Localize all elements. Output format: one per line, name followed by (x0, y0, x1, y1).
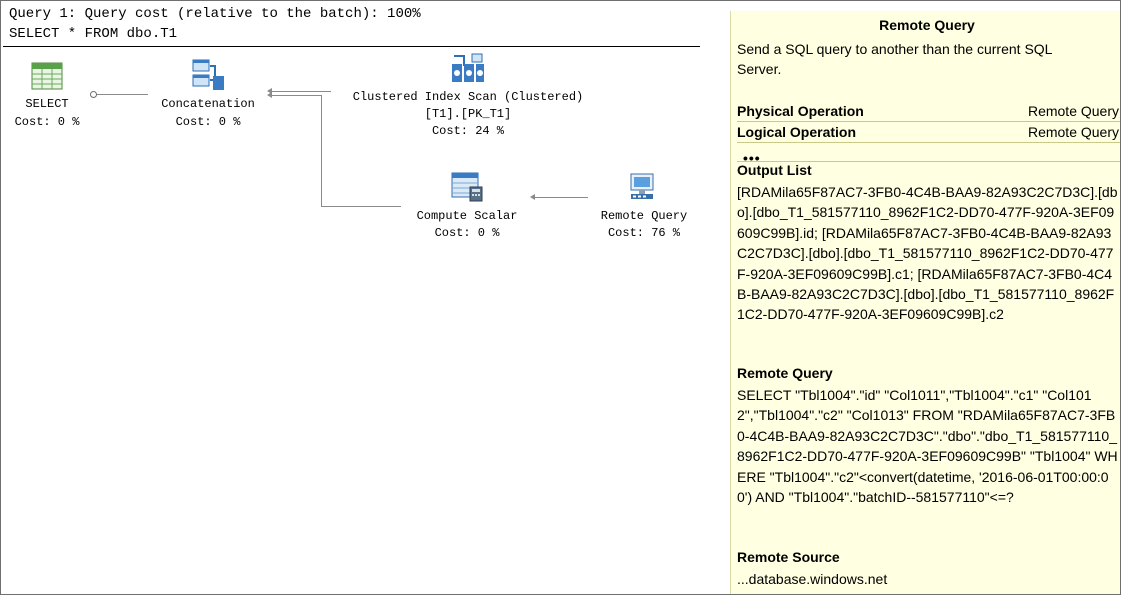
query-cost-line: Query 1: Query cost (relative to the bat… (9, 6, 421, 22)
connector-concat-compute (321, 206, 401, 207)
select-table-icon (31, 62, 63, 90)
tooltip-row-physical-operation: Physical Operation Remote Query (737, 101, 1119, 121)
execution-plan-pane: Query 1: Query cost (relative to the bat… (0, 0, 1121, 595)
connector-compute-remote (534, 197, 588, 198)
connector-concat-scan-2 (271, 95, 321, 96)
compute-scalar-icon (451, 172, 483, 202)
tooltip-row-logical-operation: Logical Operation Remote Query (737, 122, 1119, 142)
node-cost: Cost: 76 % (607, 226, 680, 240)
remote-source-value: ...database.windows.net (737, 571, 888, 587)
query-text-line: SELECT * FROM dbo.T1 (9, 26, 178, 42)
logical-operation-label: Logical Operation (737, 124, 857, 140)
query-header: Query 1: Query cost (relative to the bat… (9, 4, 421, 44)
node-label: Concatenation (161, 97, 255, 111)
tooltip-divider (737, 142, 1120, 143)
tooltip-title: Remote Query (879, 17, 975, 33)
operator-tooltip: Remote Query Send a SQL query to another… (730, 11, 1120, 594)
connector-endpoint (90, 91, 97, 98)
connector-select-concat (95, 94, 148, 95)
node-cost: Cost: 24 % (431, 124, 504, 138)
concatenation-icon (192, 59, 224, 90)
remote-query-value: SELECT "Tbl1004"."id" "Col1011","Tbl1004… (737, 387, 1118, 506)
remote-query-label: Remote Query (737, 365, 833, 381)
connector-arrow (530, 194, 535, 200)
node-cost: Cost: 0 % (434, 226, 500, 240)
logical-operation-value: Remote Query (1027, 124, 1119, 140)
physical-operation-label: Physical Operation (737, 103, 864, 119)
node-object: [T1].[PK_T1] (424, 107, 512, 121)
connector-concat-scan (271, 91, 331, 92)
node-cost: Cost: 0 % (14, 115, 80, 129)
node-label: Clustered Index Scan (Clustered) (352, 90, 584, 104)
node-label: Remote Query (600, 209, 688, 223)
connector-arrow (267, 92, 272, 98)
output-list-label: Output List (737, 162, 812, 178)
tooltip-description: Send a SQL query to another than the cur… (737, 41, 1052, 77)
physical-operation-value: Remote Query (1027, 103, 1119, 119)
header-divider (3, 46, 700, 47)
remote-source-label: Remote Source (737, 549, 840, 565)
remote-query-icon (630, 173, 654, 199)
clustered-index-scan-icon (452, 53, 484, 82)
output-list-value: [RDAMila65F87AC7-3FB0-4C4B-BAA9-82A93C2C… (737, 184, 1118, 323)
node-label: SELECT (25, 97, 69, 111)
node-cost: Cost: 0 % (175, 115, 241, 129)
node-label: Compute Scalar (416, 209, 518, 223)
connector-concat-compute-vertical (321, 95, 322, 206)
